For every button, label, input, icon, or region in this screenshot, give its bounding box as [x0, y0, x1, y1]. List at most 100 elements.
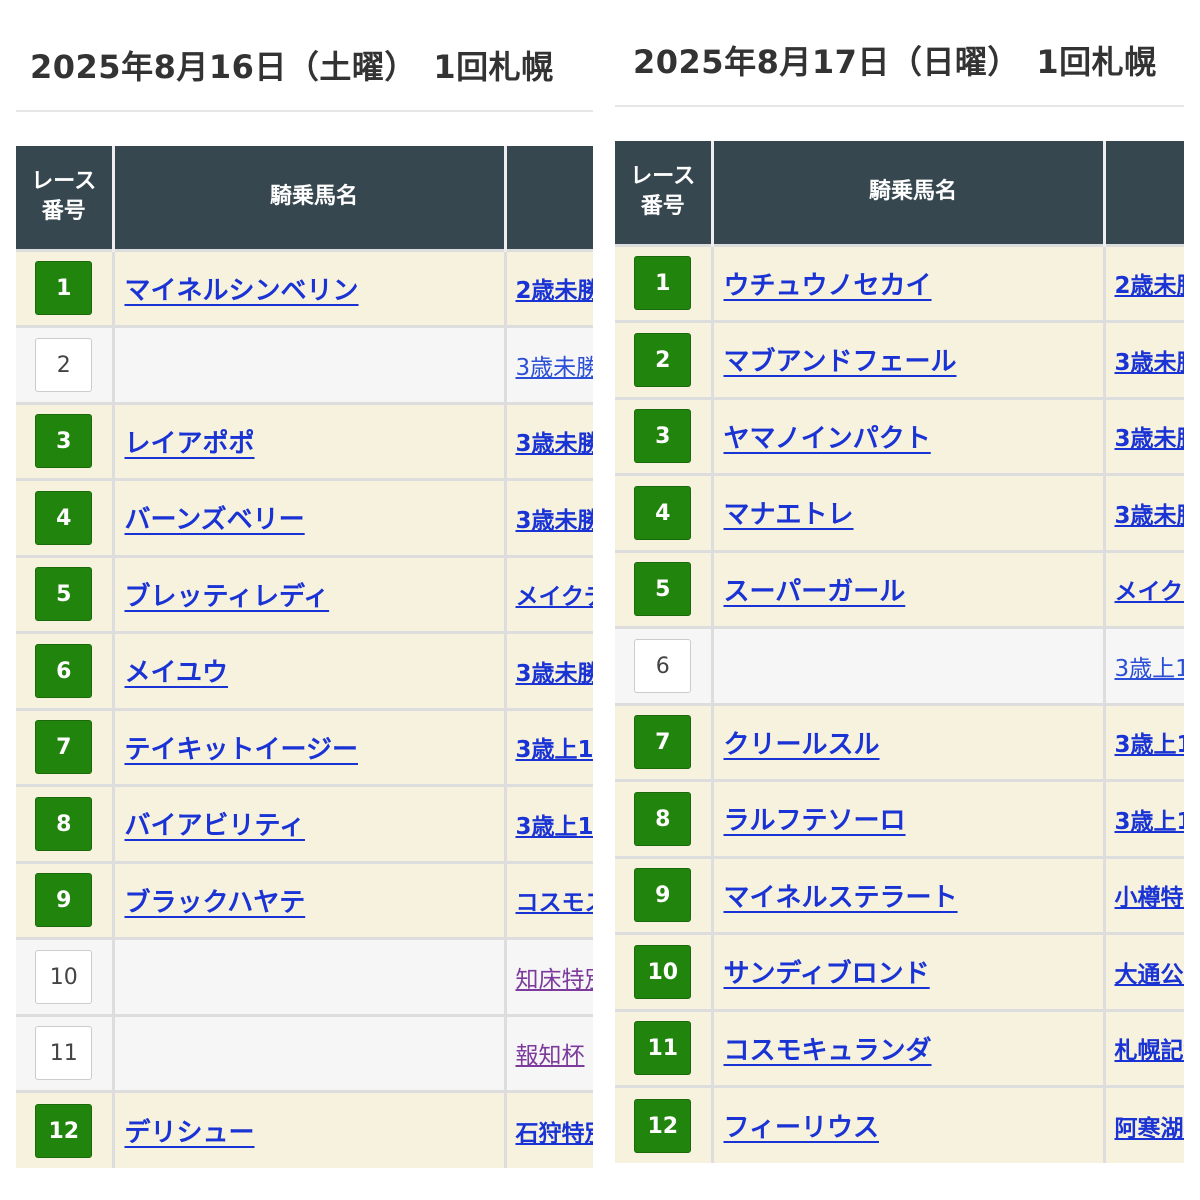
race-name-link[interactable]: 知床特別	[516, 967, 594, 993]
horse-name-link[interactable]: クリールスル	[724, 730, 880, 760]
horse-name-link[interactable]: メイユウ	[125, 658, 228, 688]
race-name-link[interactable]: 石狩特別	[516, 1121, 594, 1147]
horse-name-link[interactable]: レイアポポ	[125, 429, 255, 459]
horse-name-cell: マナエトレ	[710, 473, 1104, 551]
table-row: 10 サンディブロンド 大通公園特別	[615, 932, 1185, 1010]
race-name-link[interactable]: 小樽特別	[1115, 885, 1185, 911]
horse-name-link[interactable]: ブラックハヤテ	[125, 888, 306, 918]
horse-name-link[interactable]: バイアビリティ	[125, 811, 305, 841]
horse-name-cell: フィーリウス	[710, 1085, 1104, 1163]
race-name-cell: 3歳未勝利	[1102, 473, 1185, 551]
race-name-link[interactable]: メイクデビュー	[1115, 579, 1185, 605]
race-name-link[interactable]: 3歳未勝利	[1115, 350, 1185, 376]
race-name-link[interactable]: 3歳上1勝	[1115, 656, 1185, 682]
race-number-cell: 8	[615, 779, 712, 857]
horse-name-cell: バーンズベリー	[111, 478, 505, 556]
race-name-link[interactable]: 大通公園特別	[1115, 962, 1185, 988]
horse-name-cell	[111, 325, 505, 403]
table-row: 3 ヤマノインパクト 3歳未勝利	[615, 396, 1185, 475]
horse-name-link[interactable]: フィーリウス	[724, 1113, 879, 1143]
table-row: 4 マナエトレ 3歳未勝利	[615, 473, 1185, 551]
race-name-cell: 大通公園特別	[1102, 932, 1185, 1010]
horse-name-link[interactable]: マイネルステラート	[724, 883, 958, 913]
race-name-cell: 3歳上1勝	[503, 707, 594, 786]
race-number-cell: 9	[615, 855, 712, 934]
horse-name-link[interactable]: デリシュー	[125, 1118, 255, 1148]
race-name-cell: 札幌記念	[1102, 1008, 1185, 1087]
race-number-cell: 6	[16, 631, 113, 709]
table-row: 5 スーパーガール メイクデビュー	[615, 549, 1185, 628]
horse-name-cell: レイアポポ	[111, 401, 505, 480]
race-number-cell: 3	[615, 396, 712, 475]
horse-name-link[interactable]: マブアンドフェール	[724, 347, 957, 377]
race-number-cell: 7	[16, 707, 113, 786]
page-title: 2025年8月16日（土曜） 1回札幌	[30, 48, 554, 86]
race-name-link[interactable]: 3歳上1勝	[1115, 732, 1185, 758]
race-name-link[interactable]: 3歳上1勝	[516, 814, 594, 840]
horse-name-link[interactable]: スーパーガール	[724, 577, 906, 607]
race-number-cell: 2	[16, 325, 113, 403]
race-name-link[interactable]: 3歳未勝利	[516, 355, 594, 381]
race-name-link[interactable]: メイクデビュー	[516, 584, 594, 610]
race-number-cell: 2	[615, 320, 712, 398]
race-number-cell: 4	[615, 473, 712, 551]
table-header-row: レース 番号 騎乗馬名	[16, 146, 593, 250]
race-number-cell: 12	[16, 1090, 113, 1168]
race-name-link[interactable]: 3歳未勝利	[516, 431, 594, 457]
race-name-link[interactable]: 2歳未勝利	[1115, 273, 1185, 299]
schedule-table-body: 1 ウチュウノセカイ 2歳未勝利 2 マブアンドフェール 3歳未勝利 3 ヤマノインパクト 3歳…	[615, 243, 1185, 1163]
race-number-cell: 5	[615, 549, 712, 628]
race-number-cell: 7	[615, 702, 712, 781]
race-name-link[interactable]: 2歳未勝利	[516, 278, 594, 304]
race-name-link[interactable]: 3歳上1勝	[516, 737, 594, 763]
horse-name-link[interactable]: バーンズベリー	[125, 505, 305, 535]
horse-name-link[interactable]: ラルフテソーロ	[724, 806, 906, 836]
table-row: 2 マブアンドフェール 3歳未勝利	[615, 320, 1185, 398]
race-name-cell: コスモス賞	[503, 860, 594, 939]
race-name-cell: 2歳未勝利	[1102, 243, 1185, 322]
race-number-badge: 12	[35, 1103, 93, 1158]
race-name-cell: メイクデビュー	[1102, 549, 1185, 628]
race-name-link[interactable]: 3歳未勝利	[1115, 426, 1185, 452]
header-horse-name: 騎乗馬名	[111, 146, 505, 250]
table-row: 4 バーンズベリー 3歳未勝利	[16, 478, 594, 556]
horse-name-cell: ヤマノインパクト	[710, 396, 1104, 475]
race-number-badge: 7	[35, 720, 93, 775]
race-number-badge: 12	[634, 1098, 692, 1153]
race-name-link[interactable]: 札幌記念	[1115, 1038, 1185, 1064]
race-name-link[interactable]: 3歳未勝利	[516, 508, 594, 534]
race-number-badge: 2	[634, 332, 692, 387]
race-name-cell: 3歳上1勝	[1102, 626, 1185, 704]
horse-name-link[interactable]: マイネルシンベリン	[125, 276, 359, 306]
race-name-link[interactable]: 3歳未勝利	[516, 661, 594, 687]
race-name-link[interactable]: 3歳上1勝	[1115, 809, 1185, 835]
race-name-cell: 3歳未勝利	[503, 401, 594, 480]
table-row: 10 知床特別	[16, 937, 594, 1015]
race-number-badge: 3	[35, 414, 93, 469]
race-name-cell: メイクデビュー	[503, 554, 594, 633]
horse-name-cell	[111, 1013, 505, 1092]
table-row: 1 マイネルシンベリン 2歳未勝利	[16, 248, 594, 327]
horse-name-cell: テイキットイージー	[111, 707, 505, 786]
race-name-link[interactable]: 3歳未勝利	[1115, 503, 1185, 529]
table-row: 9 ブラックハヤテ コスモス賞	[16, 860, 594, 939]
horse-name-cell: スーパーガール	[710, 549, 1104, 628]
horse-name-link[interactable]: コスモキュランダ	[724, 1036, 932, 1066]
horse-name-cell	[710, 626, 1104, 704]
horse-name-link[interactable]: マナエトレ	[724, 500, 854, 530]
schedule-table: レース番号 騎乗馬名 1 ウチュウノセカイ 2歳未勝利 2 マブアンドフェール 3歳未勝利…	[615, 141, 1184, 1163]
table-row: 11 コスモキュランダ 札幌記念	[615, 1008, 1185, 1087]
race-name-link[interactable]: 阿寒湖特別	[1115, 1116, 1185, 1142]
horse-name-link[interactable]: テイキットイージー	[125, 735, 358, 765]
race-name-link[interactable]: 報知杯	[516, 1043, 585, 1069]
race-number-badge: 8	[35, 796, 93, 851]
race-number-badge: 7	[634, 715, 692, 770]
horse-name-link[interactable]: ウチュウノセカイ	[724, 271, 932, 301]
race-name-link[interactable]: コスモス賞	[516, 890, 594, 916]
horse-name-link[interactable]: サンディブロンド	[724, 959, 930, 989]
schedule-table: レース番号 騎乗馬名 1 マイネルシンベリン 2歳未勝利 2 3歳未勝利 3 レイアポポ 3歳…	[16, 146, 593, 1168]
race-number-cell: 5	[16, 554, 113, 633]
race-name-cell: 石狩特別	[503, 1090, 594, 1168]
horse-name-link[interactable]: ヤマノインパクト	[724, 424, 931, 454]
horse-name-link[interactable]: ブレッティレディ	[125, 582, 330, 612]
